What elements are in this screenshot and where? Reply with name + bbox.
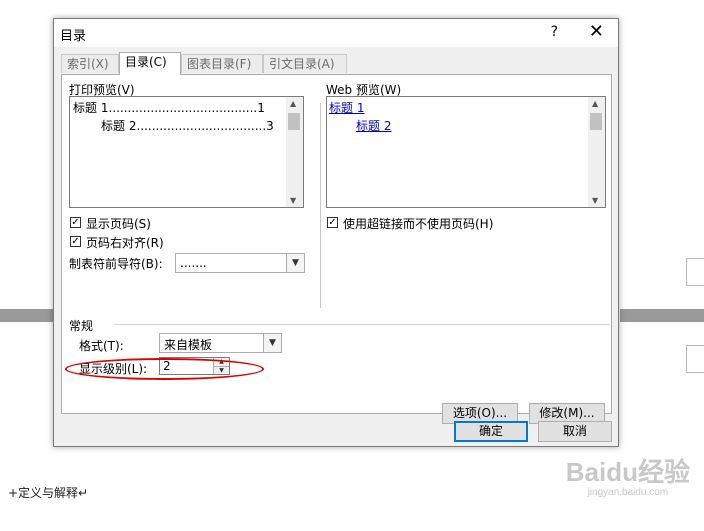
help-button[interactable]: ?	[551, 24, 558, 40]
document-page-edge	[686, 345, 704, 373]
show-page-numbers-checkbox[interactable]: ✓	[70, 217, 81, 228]
general-heading: 常规	[69, 319, 94, 333]
print-preview-line: 标题 2..................................3	[101, 119, 274, 133]
format-label: 格式(T):	[79, 339, 124, 353]
chevron-down-icon[interactable]: ▼	[263, 334, 281, 352]
watermark-logo: Baidu经验	[565, 457, 690, 487]
chevron-down-icon[interactable]: ▼	[286, 254, 304, 272]
web-preview-box[interactable]: 标题 1 标题 2 ▲ ▼	[326, 96, 606, 208]
format-dropdown[interactable]: 来自模板 ▼	[159, 333, 282, 353]
right-align-checkbox[interactable]: ✓	[70, 236, 81, 247]
show-page-numbers-label: 显示页码(S)	[86, 217, 151, 231]
tab-table-of-authorities[interactable]: 引文目录(A)	[263, 54, 347, 73]
web-preview-link[interactable]: 标题 1	[329, 99, 364, 116]
web-preview-link[interactable]: 标题 2	[356, 117, 391, 134]
close-icon[interactable]: ✕	[589, 21, 604, 42]
scroll-up-icon[interactable]: ▲	[592, 99, 598, 108]
scrollbar[interactable]: ▲ ▼	[286, 97, 303, 207]
tab-toc[interactable]: 目录(C)	[119, 52, 181, 75]
print-preview-line: 标题 1....................................…	[73, 101, 265, 115]
tab-leader-value: .......	[180, 256, 207, 270]
format-value: 来自模板	[164, 338, 213, 352]
use-hyperlinks-label: 使用超链接而不使用页码(H)	[343, 217, 494, 231]
scroll-thumb[interactable]	[590, 113, 602, 130]
tab-leader-label: 制表符前导符(B):	[69, 257, 163, 271]
use-hyperlinks-checkbox[interactable]: ✓	[327, 217, 338, 228]
highlight-ellipse	[65, 358, 264, 380]
general-divider	[114, 324, 610, 325]
print-preview-box[interactable]: 标题 1....................................…	[69, 96, 304, 208]
right-align-label: 页码右对齐(R)	[86, 236, 164, 250]
scroll-thumb[interactable]	[288, 113, 300, 130]
ok-button[interactable]: 确定	[454, 421, 528, 442]
scrollbar[interactable]: ▲ ▼	[588, 97, 605, 207]
watermark: Baidu经验 jingyan.baidu.com	[566, 452, 690, 498]
document-background-band	[0, 309, 54, 322]
dialog-title: 目录	[60, 29, 87, 44]
scroll-down-icon[interactable]: ▼	[592, 196, 598, 205]
scroll-down-icon[interactable]: ▼	[290, 196, 296, 205]
document-page-edge	[686, 258, 704, 286]
document-background-band	[620, 309, 704, 322]
tab-table-of-figures[interactable]: 图表目录(F)	[181, 54, 263, 73]
toc-dialog: 目录 ? ✕ 索引(X) 目录(C) 图表目录(F) 引文目录(A) 打印预览(…	[53, 18, 619, 447]
dialog-titlebar[interactable]: 目录 ? ✕	[54, 19, 618, 47]
cancel-button[interactable]: 取消	[538, 421, 612, 442]
toc-tab-panel: 打印预览(V) 标题 1............................…	[61, 74, 612, 424]
document-text: +定义与解释↵	[8, 486, 89, 500]
tab-leader-dropdown[interactable]: ....... ▼	[175, 253, 305, 273]
tab-index[interactable]: 索引(X)	[61, 54, 119, 73]
scroll-up-icon[interactable]: ▲	[290, 99, 296, 108]
column-divider	[320, 103, 321, 308]
